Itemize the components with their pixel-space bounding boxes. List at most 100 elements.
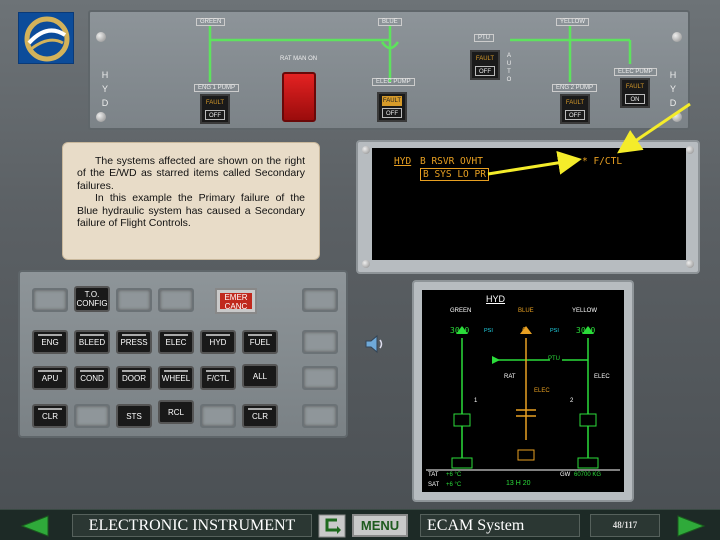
sd-display-bezel: HYD GREEN BLUE YELLOW 3000 0 3000 PSI PS… bbox=[412, 280, 634, 502]
emer-canc-button[interactable]: EMER CANC bbox=[215, 288, 257, 314]
logo-swirl-icon bbox=[24, 16, 70, 62]
note-paragraph-2: In this example the Primary failure of t… bbox=[77, 192, 305, 230]
ewd-secondary-failure: * F/CTL bbox=[582, 156, 623, 167]
rat-man-on-guarded-switch[interactable] bbox=[282, 72, 316, 122]
blank-key bbox=[200, 404, 236, 428]
key-label: ALL bbox=[252, 371, 268, 381]
eng-page-button[interactable]: ENG bbox=[32, 330, 68, 354]
sd-blue-psi: 0 bbox=[522, 326, 527, 335]
previous-page-icon[interactable] bbox=[18, 514, 58, 538]
hyd-yellow-label: YELLOW bbox=[556, 18, 590, 26]
airline-logo bbox=[18, 12, 74, 64]
speaker-icon[interactable] bbox=[364, 334, 386, 354]
sd-eng1-label: 1 bbox=[474, 398, 478, 404]
blank-key bbox=[302, 330, 338, 354]
fctl-page-button[interactable]: F/CTL bbox=[200, 366, 236, 390]
page-counter: 48/117 bbox=[590, 514, 660, 537]
blank-key bbox=[302, 288, 338, 312]
sd-tat-value: +6 °C bbox=[446, 472, 462, 478]
yellow-elec-pump-label: ELEC PUMP bbox=[614, 68, 657, 76]
sd-tat-label: TAT bbox=[428, 472, 439, 478]
sd-green-label: GREEN bbox=[450, 308, 472, 314]
wheel-page-button[interactable]: WHEEL bbox=[158, 366, 194, 390]
note-paragraph-1: The systems affected are shown on the ri… bbox=[77, 155, 305, 192]
sd-time: 13 H 20 bbox=[506, 480, 531, 487]
eng2-pump-label: ENG 2 PUMP bbox=[552, 84, 598, 92]
elec-pump-label: ELEC PUMP bbox=[372, 78, 415, 86]
ptu-button[interactable]: FAULT OFF bbox=[470, 50, 500, 80]
eng2-pump-button[interactable]: FAULT OFF bbox=[560, 94, 590, 124]
next-page-icon[interactable] bbox=[668, 514, 708, 538]
fault-light: FAULT bbox=[565, 100, 585, 106]
key-label: F/CTL bbox=[206, 373, 230, 383]
bezel-screw bbox=[362, 260, 370, 268]
key-label: FUEL bbox=[249, 337, 271, 347]
fuel-page-button[interactable]: FUEL bbox=[242, 330, 278, 354]
auto-label: A U T O bbox=[506, 53, 512, 83]
on-light: ON bbox=[625, 94, 645, 104]
fault-light: FAULT bbox=[205, 100, 225, 106]
chapter-title: ECAM System bbox=[420, 514, 580, 537]
sd-hyd-schematic bbox=[426, 326, 620, 471]
to-config-label: T.O. CONFIG bbox=[76, 290, 108, 308]
hyd-overhead-panel: H Y D H Y D GREEN BLUE YELLOW PTU RAT MA… bbox=[88, 10, 690, 130]
off-light: OFF bbox=[205, 110, 225, 120]
sd-rat-label: RAT bbox=[504, 374, 516, 380]
clr-right-button[interactable]: CLR bbox=[242, 404, 278, 428]
bottom-navigation-bar: ELECTRONIC INSTRUMENT MENU ECAM System 4… bbox=[0, 509, 720, 540]
blue-elec-pump-button[interactable]: FAULT OFF bbox=[377, 92, 407, 122]
bezel-screw bbox=[362, 146, 370, 154]
press-page-button[interactable]: PRESS bbox=[116, 330, 152, 354]
sd-gw-label: GW bbox=[560, 472, 571, 478]
key-label: COND bbox=[80, 373, 104, 383]
key-label: BLEED bbox=[78, 337, 106, 347]
sd-yellow-label: YELLOW bbox=[572, 308, 598, 314]
key-label: RCL bbox=[167, 407, 184, 417]
yellow-elec-pump-button[interactable]: FAULT ON bbox=[620, 78, 650, 108]
course-title: ELECTRONIC INSTRUMENT bbox=[72, 514, 312, 537]
off-light: OFF bbox=[382, 108, 402, 118]
rcl-button[interactable]: RCL bbox=[158, 400, 194, 424]
menu-button[interactable]: MENU bbox=[352, 514, 408, 537]
door-page-button[interactable]: DOOR bbox=[116, 366, 152, 390]
bezel-screw bbox=[686, 260, 694, 268]
sd-sat-label: SAT bbox=[428, 482, 440, 488]
apu-page-button[interactable]: APU bbox=[32, 366, 68, 390]
blank-key bbox=[74, 404, 110, 428]
key-label: ENG bbox=[41, 337, 59, 347]
all-page-button[interactable]: ALL bbox=[242, 364, 278, 388]
clr-left-button[interactable]: CLR bbox=[32, 404, 68, 428]
key-label: WHEEL bbox=[161, 373, 191, 383]
ecam-control-panel: T.O. CONFIG EMER CANC ENG BLEED PRESS EL… bbox=[18, 270, 348, 438]
sd-gw-value: 60700 KG bbox=[574, 472, 602, 478]
ewd-screen: HYD B RSVR OVHT B SYS LO PR * F/CTL bbox=[372, 148, 686, 260]
key-label: APU bbox=[41, 373, 59, 383]
ptu-label: PTU bbox=[474, 34, 494, 42]
blank-key bbox=[302, 404, 338, 428]
sd-psi-unit-2: PSI bbox=[550, 328, 559, 334]
key-label: CLR bbox=[251, 411, 268, 421]
elec-page-button[interactable]: ELEC bbox=[158, 330, 194, 354]
cond-page-button[interactable]: COND bbox=[74, 366, 110, 390]
bleed-page-button[interactable]: BLEED bbox=[74, 330, 110, 354]
emer-canc-label: EMER CANC bbox=[220, 293, 252, 311]
key-label: PRESS bbox=[120, 337, 148, 347]
sd-screen: HYD GREEN BLUE YELLOW 3000 0 3000 PSI PS… bbox=[422, 290, 624, 492]
hyd-blue-label: BLUE bbox=[378, 18, 402, 26]
sts-button[interactable]: STS bbox=[116, 404, 152, 428]
blank-key bbox=[116, 288, 152, 312]
sd-green-psi: 3000 bbox=[450, 326, 470, 335]
hyd-page-button[interactable]: HYD bbox=[200, 330, 236, 354]
fault-light: FAULT bbox=[625, 84, 645, 90]
eng1-pump-button[interactable]: FAULT OFF bbox=[200, 94, 230, 124]
key-label: CLR bbox=[41, 411, 58, 421]
ewd-hyd-title: HYD bbox=[394, 156, 412, 167]
return-icon[interactable] bbox=[318, 514, 346, 538]
blank-key bbox=[158, 288, 194, 312]
blank-key bbox=[32, 288, 68, 312]
sd-blue-label: BLUE bbox=[518, 308, 534, 314]
hyd-green-label: GREEN bbox=[196, 18, 226, 26]
to-config-button[interactable]: T.O. CONFIG bbox=[74, 286, 110, 312]
sd-blue-elec-label: ELEC bbox=[534, 388, 550, 394]
blank-key bbox=[302, 366, 338, 390]
